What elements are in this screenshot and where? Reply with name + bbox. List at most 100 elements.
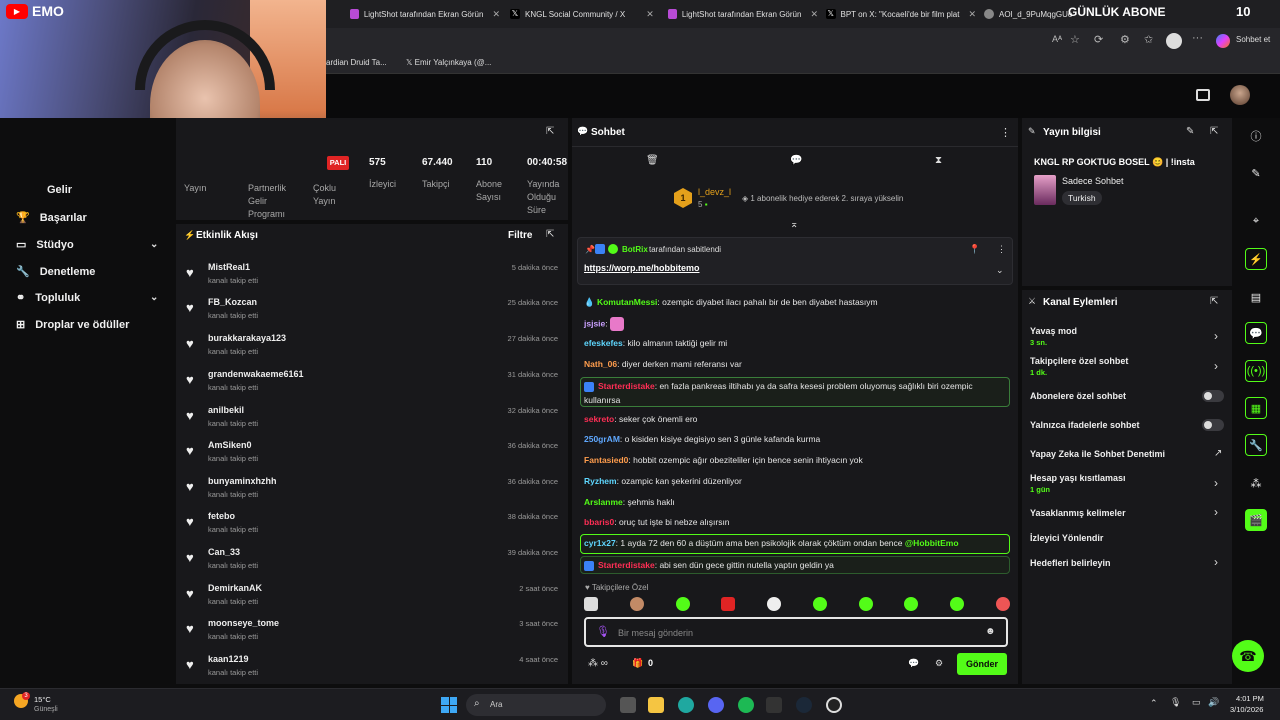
follower-name[interactable]: bunyaminxhzhh — [208, 476, 277, 486]
nav-item-moderation[interactable]: 🔧 Denetleme — [16, 265, 95, 279]
edit-icon[interactable]: ✎ — [1186, 126, 1194, 137]
favorites-icon[interactable]: ✩ — [1144, 33, 1153, 46]
nav-item-drops[interactable]: ⊞ Droplar ve ödüller — [16, 318, 129, 332]
emoji-icon[interactable]: ☻ — [985, 626, 996, 637]
camera-icon[interactable]: ⌖ — [1245, 210, 1267, 232]
feed-row[interactable]: ♥ burakkarakaya123 kanalı takip etti 27 dak… — [186, 330, 560, 364]
emote-icon[interactable] — [812, 597, 827, 611]
subscribers-only-toggle[interactable] — [1202, 390, 1224, 402]
chat-username[interactable]: Fantasied0 — [584, 455, 628, 465]
followers-only-chat[interactable]: Takipçilere özel sohbet — [1030, 356, 1128, 366]
emote-only-toggle[interactable] — [1202, 419, 1224, 431]
chevron-up-icon[interactable]: ⌃ — [1150, 698, 1158, 709]
chat-username[interactable]: Arslanme — [584, 497, 623, 507]
chat-username[interactable]: cyr1x27 — [584, 538, 616, 548]
feed-row[interactable]: ♥ AmSiken0 kanalı takip etti 36 dakika önce — [186, 437, 560, 471]
dashboard-icon[interactable] — [1196, 89, 1210, 101]
profile-avatar[interactable] — [1166, 33, 1182, 49]
feed-row[interactable]: ♥ fetebo kanalı takip etti 38 dakika önce — [186, 508, 560, 542]
emote-icon[interactable] — [995, 597, 1010, 611]
chevron-right-icon[interactable]: › — [1214, 476, 1218, 490]
follower-name[interactable]: moonseye_tome — [208, 618, 279, 628]
emote-icon[interactable] — [858, 597, 873, 611]
set-goals[interactable]: Hedefleri belirleyin — [1030, 558, 1111, 568]
chat-icon[interactable]: 💬 — [1245, 322, 1267, 344]
close-icon[interactable]: ✕ — [810, 9, 818, 20]
clip-icon[interactable]: 🎬 — [1245, 509, 1267, 531]
clock-time[interactable]: 4:01 PM — [1236, 694, 1264, 703]
feed-row[interactable]: ♥ grandenwakaeme6161 kanalı takip etti 31 d… — [186, 366, 560, 400]
pencil-icon[interactable]: ✎ — [1245, 162, 1267, 184]
popout-icon[interactable]: ⇱ — [1210, 126, 1218, 137]
monitor-icon[interactable]: ▭ — [1192, 697, 1201, 708]
follower-name[interactable]: burakkarakaya123 — [208, 333, 286, 343]
read-aloud-icon[interactable]: Aᴬ — [1052, 34, 1062, 44]
document-icon[interactable]: ▤ — [1245, 286, 1267, 308]
chat-username[interactable]: 250grAM — [584, 434, 620, 444]
spotify-icon[interactable] — [738, 697, 754, 713]
popout-icon[interactable]: ⇱ — [546, 126, 554, 137]
emote-icon[interactable] — [584, 597, 598, 611]
nav-item-revenue[interactable]: Gelir — [16, 184, 72, 196]
nav-item-achievements[interactable]: 🏆 Başarılar — [16, 211, 87, 225]
feed-row[interactable]: ♥ MistReal1 kanalı takip etti 5 dakika önce — [186, 259, 560, 293]
wrench-icon[interactable]: 🔧 — [1245, 434, 1267, 456]
extensions-icon[interactable]: ⚙ — [1120, 33, 1130, 46]
discord-icon[interactable] — [708, 697, 724, 713]
follower-name[interactable]: AmSiken0 — [208, 440, 252, 450]
chat-username[interactable]: bbaris0 — [584, 517, 614, 527]
close-icon[interactable]: ✕ — [646, 9, 654, 20]
chevron-down-icon[interactable]: ⌄ — [996, 265, 1004, 276]
file-icon[interactable] — [620, 697, 636, 713]
pinned-link[interactable]: https://worp.me/hobbitemo — [584, 263, 700, 273]
chat-username[interactable]: KomutanMessi — [597, 297, 657, 307]
chevron-right-icon[interactable]: › — [1214, 505, 1218, 519]
support-icon[interactable]: ☎ — [1232, 640, 1264, 672]
close-icon[interactable]: ✕ — [968, 9, 976, 20]
lightning-icon[interactable]: ⚡ — [1245, 248, 1267, 270]
external-link-icon[interactable]: ↗ — [1214, 448, 1222, 459]
popout-icon[interactable]: ⇱ — [1210, 296, 1218, 307]
close-icon[interactable]: ✕ — [492, 9, 500, 20]
follower-name[interactable]: Can_33 — [208, 547, 240, 557]
banned-words[interactable]: Yasaklanmış kelimeler — [1030, 508, 1126, 518]
copilot-icon[interactable] — [1216, 34, 1230, 48]
info-icon[interactable]: ⓘ — [1245, 125, 1267, 147]
chat-mention[interactable]: @HobbitEmo — [905, 538, 959, 548]
kebab-menu-icon[interactable]: ⋮ — [1000, 126, 1011, 139]
chat-username[interactable]: sekreto — [584, 414, 614, 424]
feed-row[interactable]: ♥ bunyaminxhzhh kanalı takip etti 36 dakika… — [186, 473, 560, 507]
feed-row[interactable]: ♥ anilbekil kanalı takip etti 32 dakika önc… — [186, 402, 560, 436]
chat-bubble-icon[interactable]: 💬 — [790, 155, 802, 166]
stream-label[interactable]: Yayın — [184, 182, 206, 195]
follower-name[interactable]: anilbekil — [208, 405, 244, 415]
nav-item-community[interactable]: ⚭ Topluluk ⌄ — [16, 291, 176, 305]
volume-icon[interactable]: 🔊 — [1208, 697, 1219, 708]
chat-settings-bubble-icon[interactable]: 💬 — [908, 658, 919, 669]
follower-name[interactable]: grandenwakaeme6161 — [208, 369, 304, 379]
follower-name[interactable]: kaan1219 — [208, 654, 249, 664]
follower-name[interactable]: MistReal1 — [208, 262, 250, 272]
chat-username[interactable]: Starterdistake — [598, 381, 655, 391]
unpin-icon[interactable]: 📍 — [969, 244, 980, 255]
emote-icon[interactable] — [721, 597, 736, 611]
feed-row[interactable]: ♥ FB_Kozcan kanalı takip etti 25 dakika önc… — [186, 294, 560, 328]
kebab-menu-icon[interactable]: ⋮ — [997, 244, 1006, 255]
raid-viewers[interactable]: İzleyici Yönlendir — [1030, 533, 1103, 543]
chat-username[interactable]: jsjsie — [584, 318, 605, 328]
filter-button[interactable]: Filtre — [508, 230, 532, 241]
browser-tab[interactable]: LightShot tarafından Ekran Görün ✕ — [668, 4, 818, 24]
favorite-link[interactable]: ardian Druid Ta... — [326, 58, 387, 67]
edge-icon[interactable] — [678, 697, 694, 713]
chat-username[interactable]: Nath_06 — [584, 359, 617, 369]
chat-username[interactable]: Starterdistake — [598, 560, 655, 570]
microphone-icon[interactable]: 🎙 — [1170, 697, 1181, 708]
obs-icon[interactable] — [826, 697, 842, 713]
multistream-label[interactable]: Çoklu Yayın — [313, 182, 353, 208]
feed-row[interactable]: ♥ moonseye_tome kanalı takip etti 3 saat ön… — [186, 615, 560, 649]
partner-program-label[interactable]: Partnerlik Gelir Programı — [248, 182, 303, 221]
feed-row[interactable]: ♥ Can_33 kanalı takip etti 39 dakika önce — [186, 544, 560, 578]
refresh-icon[interactable]: ⟳ — [1094, 33, 1103, 46]
feed-row[interactable]: ♥ DemirkanAK kanalı takip etti 2 saat önce — [186, 580, 560, 614]
emote-icon[interactable] — [950, 597, 965, 611]
